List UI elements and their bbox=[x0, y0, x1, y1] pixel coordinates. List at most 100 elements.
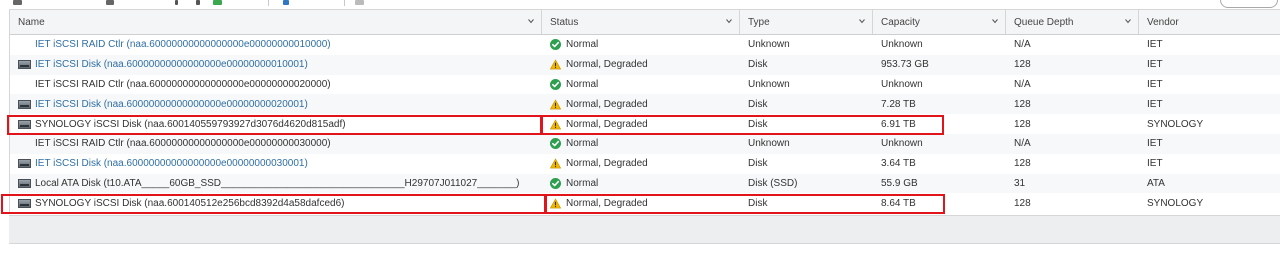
warning-icon bbox=[550, 118, 561, 129]
device-status: Normal bbox=[542, 134, 740, 154]
disk-icon bbox=[18, 99, 31, 109]
device-type: Unknown bbox=[748, 39, 790, 51]
device-capacity: 7.28 TB bbox=[881, 98, 916, 110]
check-circle-icon bbox=[550, 177, 561, 189]
device-queue-depth: 128 bbox=[1014, 59, 1031, 71]
device-name[interactable]: SYNOLOGY iSCSI Disk (naa.600140512e256bc… bbox=[10, 193, 542, 213]
device-vendor: IET bbox=[1147, 39, 1163, 51]
chevron-down-icon[interactable] bbox=[992, 18, 998, 24]
chevron-down-icon[interactable] bbox=[859, 18, 865, 24]
table-row[interactable]: SYNOLOGY iSCSI Disk (naa.6001405597939​2… bbox=[10, 114, 1280, 134]
column-header-type[interactable]: Type bbox=[740, 10, 873, 34]
disk-icon bbox=[18, 119, 31, 129]
toolbar-icon[interactable] bbox=[106, 0, 114, 5]
chevron-down-icon[interactable] bbox=[528, 18, 534, 24]
device-name[interactable]: Local ATA Disk (t10.ATA_____60GB_SSD____… bbox=[10, 174, 542, 194]
device-type: Disk bbox=[748, 158, 768, 170]
device-queue-depth: 31 bbox=[1014, 177, 1026, 189]
device-vendor: IET bbox=[1147, 59, 1163, 71]
device-queue-depth: N/A bbox=[1014, 138, 1031, 150]
device-status: Normal, Degraded bbox=[542, 154, 740, 174]
device-type: Disk (SSD) bbox=[748, 177, 798, 189]
device-status: Normal bbox=[542, 174, 740, 194]
device-queue-depth: 128 bbox=[1014, 98, 1031, 110]
table-row[interactable]: IET iSCSI RAID Ctlr (naa.600000000000000… bbox=[10, 35, 1280, 55]
table-row[interactable]: IET iSCSI RAID Ctlr (naa.600000000000000… bbox=[10, 133, 1280, 154]
device-capacity: Unknown bbox=[881, 39, 923, 51]
table-row[interactable]: IET iSCSI Disk (naa.60000000000000000e00… bbox=[10, 154, 1280, 174]
toolbar-icon[interactable] bbox=[283, 0, 289, 5]
disk-icon bbox=[18, 178, 31, 188]
warning-icon bbox=[550, 99, 561, 110]
device-type: Disk bbox=[748, 118, 768, 130]
device-status: Normal bbox=[542, 75, 740, 95]
device-name[interactable]: IET iSCSI Disk (naa.60000000000000000e00… bbox=[10, 94, 542, 114]
toolbar-separator bbox=[268, 0, 269, 6]
device-name[interactable]: IET iSCSI RAID Ctlr (naa.600000000000000… bbox=[10, 75, 542, 95]
device-capacity: 3.64 TB bbox=[881, 158, 916, 170]
device-vendor: IET bbox=[1147, 138, 1163, 150]
toolbar-icon[interactable] bbox=[213, 0, 222, 5]
table-row[interactable]: SYNOLOGY iSCSI Disk (naa.600140512e256bc… bbox=[10, 193, 1280, 213]
device-vendor: IET bbox=[1147, 98, 1163, 110]
device-name[interactable]: IET iSCSI RAID Ctlr (naa.600000000000000… bbox=[10, 134, 542, 154]
device-vendor: IET bbox=[1147, 78, 1163, 90]
toolbar-icon[interactable] bbox=[175, 0, 178, 5]
disk-icon bbox=[18, 60, 31, 70]
table-row[interactable]: Local ATA Disk (t10.ATA_____60GB_SSD____… bbox=[10, 173, 1280, 194]
device-status: Normal, Degraded bbox=[542, 114, 740, 134]
column-header-name[interactable]: Name bbox=[10, 10, 542, 34]
device-capacity: 6.91 TB bbox=[881, 118, 916, 130]
device-name[interactable]: IET iSCSI Disk (naa.60000000000000000e00… bbox=[10, 55, 542, 75]
device-type: Unknown bbox=[748, 138, 790, 150]
toolbar-icon[interactable] bbox=[355, 0, 364, 5]
warning-icon bbox=[550, 198, 561, 209]
device-capacity: 953.73 GB bbox=[881, 59, 929, 71]
device-queue-depth: 128 bbox=[1014, 118, 1031, 130]
device-queue-depth: N/A bbox=[1014, 39, 1031, 51]
device-capacity: 55.9 GB bbox=[881, 177, 918, 189]
device-status: Normal, Degraded bbox=[542, 55, 740, 75]
warning-icon bbox=[550, 158, 561, 169]
table-row[interactable]: IET iSCSI Disk (naa.60000000000000000e00… bbox=[10, 94, 1280, 115]
column-header-status[interactable]: Status bbox=[542, 10, 740, 34]
chevron-down-icon[interactable] bbox=[1125, 18, 1131, 24]
toolbar-icon[interactable] bbox=[196, 0, 200, 5]
warning-icon bbox=[550, 59, 561, 70]
device-name[interactable]: IET iSCSI RAID Ctlr (naa.600000000000000… bbox=[10, 35, 542, 55]
device-status: Normal bbox=[542, 35, 740, 55]
disk-icon bbox=[18, 198, 31, 208]
toolbar-separator bbox=[344, 0, 345, 6]
device-type: Disk bbox=[748, 197, 768, 209]
device-vendor: SYNOLOGY bbox=[1147, 197, 1204, 209]
toolbar-icon[interactable] bbox=[13, 0, 22, 5]
device-type: Disk bbox=[748, 59, 768, 71]
table-row[interactable]: IET iSCSI Disk (naa.60000000000000000e00… bbox=[10, 54, 1280, 75]
table-footer bbox=[9, 215, 1280, 244]
device-capacity: Unknown bbox=[881, 78, 923, 90]
device-vendor: IET bbox=[1147, 158, 1163, 170]
column-header-vendor[interactable]: Vendor bbox=[1139, 10, 1280, 34]
device-queue-depth: 128 bbox=[1014, 197, 1031, 209]
check-circle-icon bbox=[550, 138, 561, 150]
device-status: Normal, Degraded bbox=[542, 94, 740, 114]
toolbar bbox=[0, 0, 1280, 8]
table-body: IET iSCSI RAID Ctlr (naa.600000000000000… bbox=[10, 35, 1280, 213]
device-name[interactable]: SYNOLOGY iSCSI Disk (naa.6001405597939​2… bbox=[10, 114, 542, 134]
check-circle-icon bbox=[550, 78, 561, 90]
device-vendor: SYNOLOGY bbox=[1147, 118, 1204, 130]
column-header-capacity[interactable]: Capacity bbox=[873, 10, 1006, 34]
chevron-down-icon[interactable] bbox=[726, 18, 732, 24]
device-name[interactable]: IET iSCSI Disk (naa.60000000000000000e00… bbox=[10, 154, 542, 174]
disk-icon bbox=[18, 159, 31, 169]
device-status: Normal, Degraded bbox=[542, 193, 740, 213]
device-type: Unknown bbox=[748, 78, 790, 90]
device-type: Disk bbox=[748, 98, 768, 110]
table-row[interactable]: IET iSCSI RAID Ctlr (naa.600000000000000… bbox=[10, 75, 1280, 95]
device-queue-depth: N/A bbox=[1014, 78, 1031, 90]
device-capacity: 8.64 TB bbox=[881, 197, 916, 209]
device-queue-depth: 128 bbox=[1014, 158, 1031, 170]
search-input[interactable] bbox=[1220, 0, 1278, 8]
check-circle-icon bbox=[550, 39, 561, 51]
column-header-queue-depth[interactable]: Queue Depth bbox=[1006, 10, 1139, 34]
